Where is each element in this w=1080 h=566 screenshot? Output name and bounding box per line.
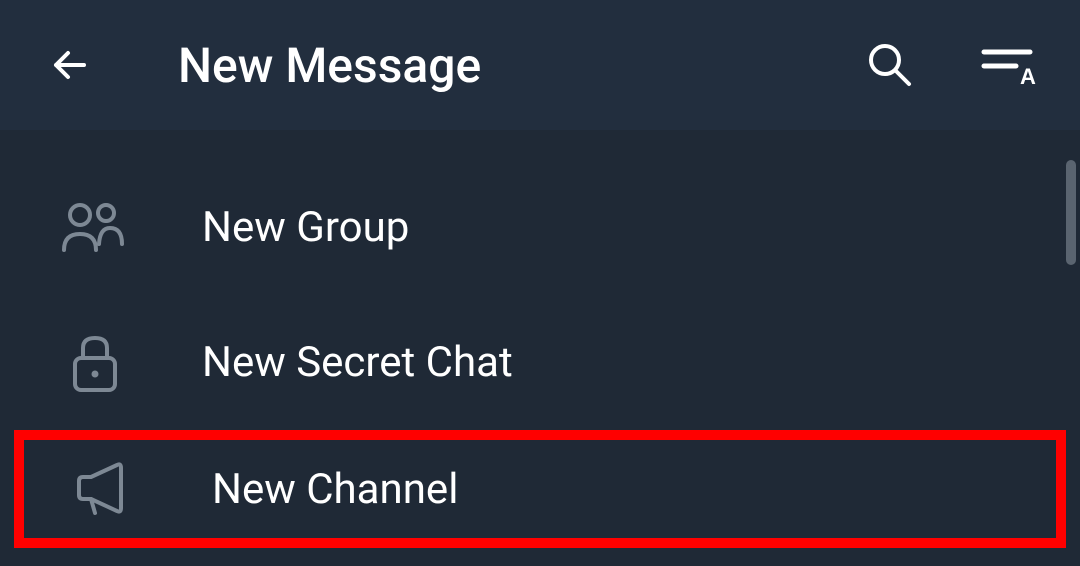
arrow-left-icon [46, 41, 94, 89]
search-icon [865, 40, 915, 90]
header-actions: A [860, 35, 1040, 95]
search-button[interactable] [860, 35, 920, 95]
new-secret-chat-label: New Secret Chat [202, 338, 513, 387]
megaphone-icon [70, 454, 140, 524]
sort-button[interactable]: A [980, 35, 1040, 95]
svg-text:A: A [1020, 64, 1036, 89]
group-icon [60, 193, 130, 263]
options-list: New Group New Secret Chat New Channel [0, 130, 1080, 548]
back-button[interactable] [40, 35, 100, 95]
scrollbar[interactable] [1066, 160, 1076, 265]
new-channel-label: New Channel [212, 465, 458, 514]
header: New Message A [0, 0, 1080, 130]
new-group-label: New Group [202, 203, 409, 252]
sort-alpha-icon: A [980, 40, 1040, 90]
new-group-option[interactable]: New Group [0, 160, 1080, 295]
page-title: New Message [178, 37, 481, 94]
new-channel-option[interactable]: New Channel [14, 430, 1066, 548]
lock-icon [60, 328, 130, 398]
new-secret-chat-option[interactable]: New Secret Chat [0, 295, 1080, 430]
